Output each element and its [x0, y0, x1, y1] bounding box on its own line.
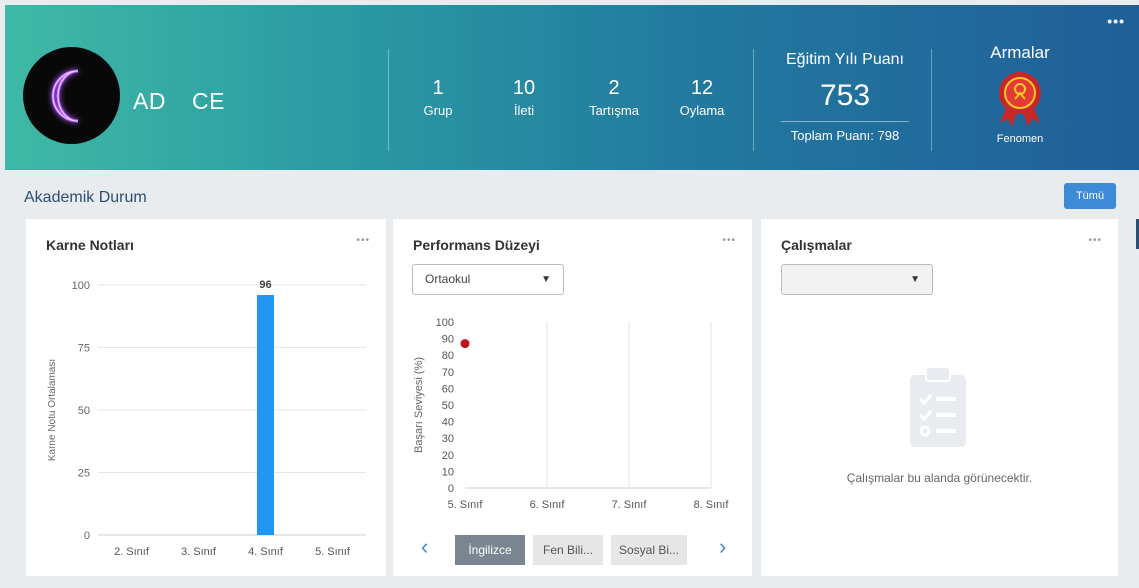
chevron-down-icon: ▼	[910, 274, 920, 285]
prev-arrow-icon[interactable]: ‹	[421, 532, 428, 562]
tab-fen-bilimleri[interactable]: Fen Bili...	[533, 535, 603, 565]
clipboard-icon	[910, 366, 966, 447]
header-divider	[388, 49, 389, 151]
x-tick-label: 5. Sınıf	[448, 499, 484, 511]
stat-value: 10	[512, 77, 536, 99]
tab-ingilizce[interactable]: İngilizce	[455, 535, 525, 565]
stat-label: Grup	[423, 103, 453, 118]
card-title: Çalışmalar	[781, 237, 852, 253]
y-tick-label: 30	[442, 433, 454, 445]
score-value: 753	[819, 79, 871, 112]
medal-icon[interactable]	[992, 69, 1048, 129]
empty-message: Çalışmalar bu alanda görünecektir.	[846, 471, 1033, 485]
tab-sosyal-bilgiler[interactable]: Sosyal Bi...	[611, 535, 687, 565]
y-tick-label: 50	[442, 400, 454, 412]
work-select[interactable]: ▼	[781, 264, 933, 295]
badges-panel: Armalar Fenomen	[975, 43, 1065, 145]
stat-value: 12	[690, 77, 714, 99]
x-tick-label: 4. Sınıf	[248, 546, 284, 558]
data-label: 96	[259, 279, 271, 291]
x-tick-label: 3. Sınıf	[181, 546, 217, 558]
card-performans: Performans Düzeyi ••• Ortaokul ▼ 0 10 20 30…	[393, 219, 752, 576]
score-panel: Eğitim Yılı Puanı 753 Toplam Puanı: 798	[775, 51, 915, 143]
header-divider	[931, 49, 932, 151]
stat-tartisma[interactable]: 2 Tartışma	[574, 77, 654, 118]
badges-title: Armalar	[990, 43, 1050, 62]
stat-grup[interactable]: 1 Grup	[398, 77, 478, 118]
y-axis-label: Karne Notu Ortalaması	[47, 359, 58, 461]
card-calismalar: Çalışmalar ••• ▼ Çalışmalar bu alanda gö…	[761, 219, 1118, 576]
y-tick-label: 50	[78, 405, 90, 417]
header-more-icon[interactable]: •••	[1107, 13, 1125, 29]
user-last-name: CE	[191, 88, 225, 114]
y-tick-label: 0	[448, 483, 454, 495]
performance-chart: 0 10 20 30 40 50 60 70 80 90 100 5. Sınıf 6. Sınıf 7.…	[413, 317, 730, 511]
score-divider	[781, 121, 909, 122]
section-title: Akademik Durum	[24, 189, 147, 206]
profile-header: ••• AD CE 1 Grup 10 İleti 2 Tartışma 12 O…	[5, 5, 1139, 170]
stat-label: İleti	[513, 103, 535, 118]
data-point	[460, 339, 470, 349]
y-tick-label: 80	[442, 350, 454, 362]
stat-ileti[interactable]: 10 İleti	[484, 77, 564, 118]
stat-value: 1	[432, 77, 444, 99]
karne-chart: 0 25 50 75 100 Karne Notu Ortalaması 2. Sınıf 3…	[47, 279, 366, 558]
x-tick-label: 2. Sınıf	[114, 546, 150, 558]
user-first-name: AD	[133, 88, 166, 114]
score-total: Toplam Puanı: 798	[790, 128, 900, 143]
more-icon[interactable]: •••	[1088, 235, 1102, 246]
y-tick-label: 0	[84, 530, 90, 542]
stat-label: Tartışma	[589, 103, 639, 118]
y-tick-label: 10	[442, 466, 454, 478]
y-tick-label: 40	[442, 417, 454, 429]
avatar[interactable]	[23, 47, 120, 144]
stat-label: Oylama	[679, 103, 725, 118]
user-name: AD CE	[133, 88, 225, 115]
all-button[interactable]: Tümü	[1064, 183, 1116, 209]
bar	[257, 295, 274, 535]
card-karne-notlari: Karne Notları ••• 0 25 50 75 100 Karne Notu O…	[26, 219, 386, 576]
y-tick-label: 90	[442, 334, 454, 346]
badge-name: Fenomen	[996, 133, 1044, 145]
x-tick-label: 6. Sınıf	[530, 499, 566, 511]
y-tick-label: 100	[72, 280, 90, 292]
stat-oylama[interactable]: 12 Oylama	[662, 77, 742, 118]
y-tick-label: 20	[442, 450, 454, 462]
x-tick-label: 8. Sınıf	[694, 499, 730, 511]
next-arrow-icon[interactable]: ›	[719, 532, 726, 562]
y-axis-label: Başarı Seviyesi (%)	[413, 357, 425, 453]
y-tick-label: 25	[78, 468, 90, 480]
moon-icon	[51, 69, 79, 123]
y-tick-label: 75	[78, 343, 90, 355]
stat-value: 2	[608, 77, 620, 99]
score-title: Eğitim Yılı Puanı	[786, 51, 904, 68]
y-tick-label: 60	[442, 383, 454, 395]
x-tick-label: 5. Sınıf	[315, 546, 351, 558]
header-divider	[753, 49, 754, 151]
y-tick-label: 70	[442, 367, 454, 379]
y-tick-label: 100	[436, 317, 454, 329]
x-tick-label: 7. Sınıf	[612, 499, 648, 511]
